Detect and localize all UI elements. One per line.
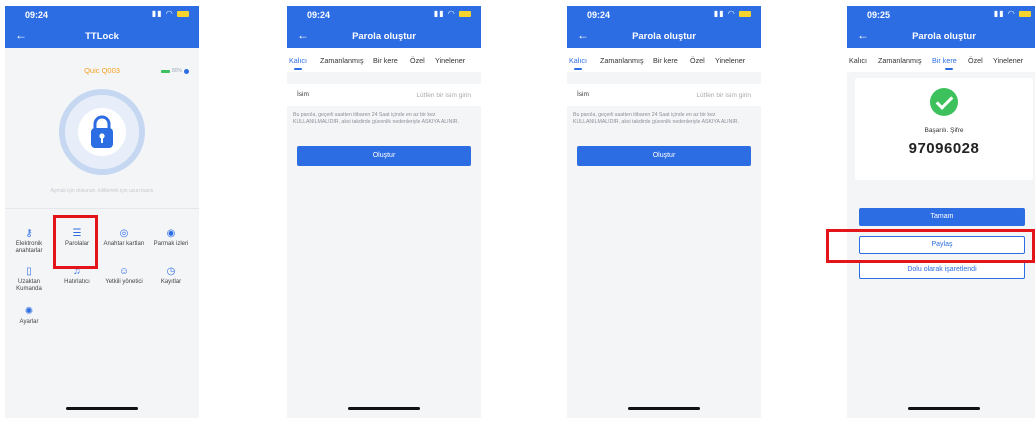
- unlock-button-inner: [78, 108, 126, 156]
- page-title: Parola oluştur: [632, 31, 696, 42]
- name-field-row: İsim: [287, 84, 481, 106]
- active-tab-indicator: [574, 68, 582, 70]
- highlight-box: [53, 215, 98, 269]
- battery-icon: [739, 10, 751, 17]
- app-bar: 09:24 ▮▮ ◠ ← Parola oluştur: [287, 6, 481, 48]
- unlock-hint: Açmak için dokunun, kilitlemek için uzun…: [50, 188, 154, 194]
- page-title: Parola oluştur: [912, 31, 976, 42]
- create-button[interactable]: Oluştur: [297, 146, 471, 166]
- menu-item-label: Uzaktan Kumanda: [16, 279, 42, 292]
- status-icons: ▮▮ ◠: [714, 9, 751, 18]
- menu-item-label: Hatırlatıcı: [64, 279, 90, 285]
- tab-permanent[interactable]: Kalıcı: [289, 56, 307, 65]
- lock-battery: 80%: [160, 68, 189, 74]
- battery-icon: [177, 10, 189, 17]
- battery-percent: 80%: [171, 68, 182, 74]
- menu-item-fingerprints[interactable]: ◉ Parmak izleri: [149, 228, 193, 248]
- password-code: 97096028: [908, 140, 980, 157]
- phone-screen-lock-home: 09:24 ▮▮ ◠ ← TTLock Quic Q003 80% Açmak …: [5, 6, 199, 418]
- divider: [5, 208, 199, 209]
- menu-item-label: Yetkili yönetici: [105, 279, 143, 285]
- tab-bar: Kalıcı Zamanlanmış Bir kere Özel Yinelen…: [567, 48, 761, 72]
- menu-item-remote[interactable]: ▯ Uzaktan Kumanda: [7, 266, 51, 293]
- menu-item-label: Elektronik anahtarlar: [15, 241, 43, 254]
- menu-item-label: Anahtar kartları: [103, 241, 145, 247]
- page-title: Parola oluştur: [352, 31, 416, 42]
- fingerprint-icon: ◉: [166, 228, 176, 239]
- home-indicator: [348, 407, 420, 410]
- home-indicator: [66, 407, 138, 410]
- status-time: 09:24: [307, 10, 331, 20]
- status-time: 09:24: [25, 10, 49, 20]
- name-field-row: İsim: [567, 84, 761, 106]
- admin-icon: ☺: [118, 266, 130, 277]
- status-icons: ▮▮ ◠: [152, 9, 189, 18]
- key-icon: ⚷: [25, 228, 33, 239]
- home-indicator: [908, 407, 980, 410]
- status-icons: ▮▮ ◠: [994, 9, 1031, 18]
- name-label: İsim: [577, 91, 589, 98]
- name-input[interactable]: [361, 89, 471, 101]
- menu-item-admin[interactable]: ☺ Yetkili yönetici: [102, 266, 146, 286]
- tab-timed[interactable]: Zamanlanmış: [878, 56, 922, 65]
- status-time: 09:24: [587, 10, 611, 20]
- validity-note: Bu parola, geçerli saatten itibaren 24 S…: [293, 112, 459, 125]
- menu-item-reminder[interactable]: ♫ Hatırlatıcı: [55, 266, 99, 286]
- tab-custom[interactable]: Özel: [410, 56, 425, 65]
- card-icon: ◎: [119, 228, 129, 239]
- create-button[interactable]: Oluştur: [577, 146, 751, 166]
- tab-timed[interactable]: Zamanlanmış: [600, 56, 644, 65]
- battery-icon: [1019, 10, 1031, 17]
- page-title: TTLock: [85, 31, 119, 42]
- menu-item-label: Kayıtlar: [160, 279, 182, 285]
- menu-item-label: Ayarlar: [19, 319, 39, 325]
- tab-custom[interactable]: Özel: [690, 56, 705, 65]
- tab-bar: Kalıcı Zamanlanmış Bir kere Özel Yinelen…: [847, 48, 1035, 72]
- name-input[interactable]: [641, 89, 751, 101]
- tab-recurring[interactable]: Yinelener: [993, 56, 1023, 65]
- history-icon: ◷: [166, 266, 176, 277]
- tab-recurring[interactable]: Yinelener: [715, 56, 745, 65]
- app-bar: 09:25 ▮▮ ◠ ← Parola oluştur: [847, 6, 1035, 48]
- tab-one-time[interactable]: Bir kere: [373, 56, 398, 65]
- menu-item-settings[interactable]: ✺ Ayarlar: [7, 306, 51, 326]
- ok-button[interactable]: Tamam: [859, 208, 1025, 226]
- status-time: 09:25: [867, 10, 891, 20]
- home-indicator: [628, 407, 700, 410]
- tab-timed[interactable]: Zamanlanmış: [320, 56, 364, 65]
- mark-as-full-button[interactable]: Dolu olarak işaretlendi: [859, 261, 1025, 279]
- status-dot-icon: [184, 68, 189, 74]
- tab-permanent[interactable]: Kalıcı: [849, 56, 867, 65]
- active-tab-indicator: [294, 68, 302, 70]
- tab-permanent[interactable]: Kalıcı: [569, 56, 587, 65]
- lock-icon: [91, 115, 113, 148]
- success-check-icon: [930, 88, 958, 116]
- settings-icon: ✺: [24, 306, 34, 317]
- app-bar: 09:24 ▮▮ ◠ ← TTLock: [5, 6, 199, 48]
- phone-screen-create-password: 09:24 ▮▮ ◠ ← Parola oluştur Kalıcı Zaman…: [567, 6, 761, 418]
- menu-item-electronic-keys[interactable]: ⚷ Elektronik anahtarlar: [7, 228, 51, 255]
- tab-bar: Kalıcı Zamanlanmış Bir kere Özel Yinelen…: [287, 48, 481, 72]
- success-label: Başarılı. Şifre: [924, 127, 964, 134]
- battery-icon: [459, 10, 471, 17]
- phone-screen-password-created: 09:25 ▮▮ ◠ ← Parola oluştur Kalıcı Zaman…: [847, 6, 1035, 418]
- status-icons: ▮▮ ◠: [434, 9, 471, 18]
- menu-item-label: Parmak izleri: [153, 241, 189, 247]
- tab-one-time[interactable]: Bir kere: [932, 56, 957, 65]
- tab-one-time[interactable]: Bir kere: [653, 56, 678, 65]
- unlock-button[interactable]: [59, 89, 145, 175]
- tab-recurring[interactable]: Yinelener: [435, 56, 465, 65]
- name-label: İsim: [297, 91, 309, 98]
- battery-level-icon: [160, 69, 170, 73]
- result-card: Başarılı. Şifre 97096028: [855, 78, 1033, 180]
- menu-item-key-cards[interactable]: ◎ Anahtar kartları: [102, 228, 146, 248]
- validity-note: Bu parola, geçerli saatten itibaren 24 S…: [573, 112, 739, 125]
- remote-icon: ▯: [26, 266, 32, 277]
- menu-item-records[interactable]: ◷ Kayıtlar: [149, 266, 193, 286]
- phone-screen-create-password: 09:24 ▮▮ ◠ ← Parola oluştur Kalıcı Zaman…: [287, 6, 481, 418]
- app-bar: 09:24 ▮▮ ◠ ← Parola oluştur: [567, 6, 761, 48]
- highlight-box: [826, 229, 1035, 263]
- active-tab-indicator: [945, 68, 953, 70]
- tab-custom[interactable]: Özel: [968, 56, 983, 65]
